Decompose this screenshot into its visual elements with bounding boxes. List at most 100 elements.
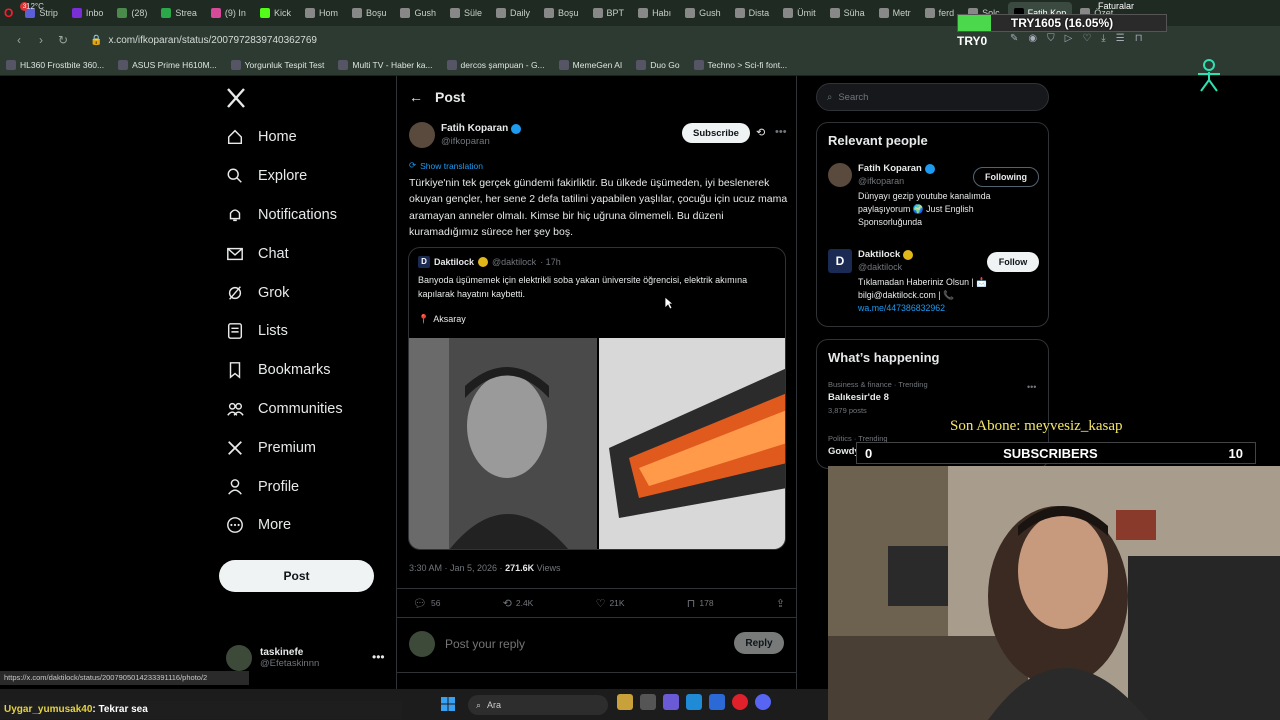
tab-favicon-icon bbox=[734, 8, 745, 18]
browser-tab[interactable]: Daily bbox=[490, 2, 536, 24]
follow-button[interactable]: Follow bbox=[987, 252, 1039, 272]
tab-label: Süha bbox=[843, 8, 865, 18]
browser-tab[interactable]: Gush bbox=[679, 2, 727, 24]
person-bio-link[interactable]: wa.me/447386832962 bbox=[858, 303, 945, 313]
post-author[interactable]: Fatih Koparan @ifkoparan bbox=[409, 122, 522, 148]
menu-icon[interactable]: ☰ bbox=[1116, 33, 1125, 44]
bookmark-action[interactable]: ⊓ 178 bbox=[687, 597, 714, 610]
opera-icon[interactable] bbox=[732, 694, 748, 710]
account-switcher[interactable]: taskinefe @Efetaskinnn bbox=[226, 643, 386, 673]
quoted-tweet[interactable]: D Daktilock @daktilock · 17h Banyoda üşü… bbox=[408, 247, 786, 550]
lock-icon[interactable]: ⊓ bbox=[1135, 33, 1143, 44]
back-nav-icon[interactable]: ‹ bbox=[8, 29, 30, 51]
browser-tab[interactable]: Metr bbox=[873, 2, 917, 24]
sidebar-item-notifications[interactable]: Notifications bbox=[226, 196, 386, 235]
avatar[interactable] bbox=[409, 122, 435, 148]
back-arrow-icon[interactable]: ← bbox=[397, 89, 435, 105]
quote-photo-1[interactable] bbox=[409, 338, 597, 549]
share-action[interactable]: ⇪ bbox=[776, 597, 785, 610]
bookmark-label: Duo Go bbox=[650, 59, 680, 70]
sidebar-item-label: Profile bbox=[258, 478, 300, 495]
browser-tab[interactable]: Strea bbox=[155, 2, 203, 24]
bookmark-item[interactable]: ASUS Prime H610M... bbox=[118, 59, 217, 70]
browser-tab[interactable]: Ümit bbox=[777, 2, 822, 24]
terminal-icon[interactable] bbox=[640, 694, 656, 710]
reply-input[interactable] bbox=[445, 637, 695, 651]
discord-icon[interactable] bbox=[755, 694, 771, 710]
sidebar-item-communities[interactable]: Communities bbox=[226, 390, 386, 429]
reply-action[interactable]: 💬︎ 56 bbox=[413, 597, 440, 610]
trend-item[interactable]: Business & finance · Trending Balıkesir'… bbox=[828, 380, 928, 415]
store-icon[interactable] bbox=[709, 694, 725, 710]
bookmark-item[interactable]: dercos şampuan - G... bbox=[446, 59, 545, 70]
browser-tab[interactable]: Boşu bbox=[346, 2, 393, 24]
browser-tab[interactable]: ferd bbox=[919, 2, 961, 24]
like-action[interactable]: ♡ 21K bbox=[596, 597, 625, 610]
heart-icon[interactable]: ♡ bbox=[1082, 33, 1091, 44]
bookmark-item[interactable]: Multi TV - Haber ka... bbox=[338, 59, 433, 70]
author-name[interactable]: Fatih Koparan bbox=[441, 123, 522, 134]
bookmark-item[interactable]: Yorgunluk Tespit Test bbox=[230, 59, 324, 70]
bookmark-item[interactable]: MemeGen AI bbox=[558, 59, 622, 70]
browser-tab[interactable]: (28) bbox=[111, 2, 153, 24]
show-translation-link[interactable]: ⟳ Show translation bbox=[409, 160, 483, 171]
more-dots-icon[interactable]: ••• bbox=[1027, 382, 1036, 392]
browser-tab[interactable]: (9) In bbox=[205, 2, 252, 24]
repost-action[interactable]: ⟲ 2.4K bbox=[503, 597, 534, 610]
tab-label: Daily bbox=[510, 8, 531, 18]
browser-tab[interactable]: Hom bbox=[299, 2, 344, 24]
browser-tab[interactable]: Süha bbox=[824, 2, 871, 24]
goal-label: Faturalar bbox=[1098, 1, 1135, 11]
sidebar-item-more[interactable]: More bbox=[226, 506, 386, 545]
forward-nav-icon[interactable]: › bbox=[30, 29, 52, 51]
list-icon bbox=[226, 322, 244, 340]
post-button[interactable]: Post bbox=[219, 560, 374, 592]
bookmark-item[interactable]: HL360 Frostbite 360... bbox=[6, 59, 104, 70]
avatar[interactable] bbox=[828, 163, 852, 187]
quote-photo-2[interactable] bbox=[599, 338, 785, 549]
taskbar-search[interactable]: ⌕ Ara bbox=[468, 695, 608, 715]
sidebar-item-home[interactable]: Home bbox=[226, 118, 386, 157]
play-icon[interactable]: ▷ bbox=[1065, 33, 1073, 44]
following-button[interactable]: Following bbox=[973, 167, 1039, 187]
sidebar-item-label: Chat bbox=[258, 245, 289, 262]
opera-logo-icon[interactable]: O bbox=[4, 6, 13, 20]
daktilock-logo-icon[interactable]: D bbox=[828, 249, 852, 273]
reply-button[interactable]: Reply bbox=[734, 632, 784, 654]
sidebar-item-chat[interactable]: Chat bbox=[226, 234, 386, 273]
file-explorer-icon[interactable] bbox=[617, 694, 633, 710]
url-field[interactable]: 🔒 x.com/ifkoparan/status/2007972839740362… bbox=[90, 35, 317, 46]
sidebar-item-grok[interactable]: Grok bbox=[226, 273, 386, 312]
bookmark-item[interactable]: Techno > Sci-fi font... bbox=[693, 59, 787, 70]
sidebar-item-bookmarks[interactable]: Bookmarks bbox=[226, 351, 386, 390]
windows-start-icon[interactable] bbox=[441, 697, 455, 711]
camera-icon[interactable]: ◉ bbox=[1028, 33, 1037, 44]
sidebar-item-profile[interactable]: Profile bbox=[226, 467, 386, 506]
copilot-icon[interactable] bbox=[663, 694, 679, 710]
more-dots-icon[interactable]: ••• bbox=[775, 126, 787, 138]
sidebar-item-premium[interactable]: Premium bbox=[226, 428, 386, 467]
browser-tab[interactable]: Boşu bbox=[538, 2, 585, 24]
sidebar-item-lists[interactable]: Lists bbox=[226, 312, 386, 351]
shield-icon[interactable]: ⛉ bbox=[1047, 33, 1055, 44]
browser-tab[interactable]: Habı bbox=[632, 2, 677, 24]
daktilock-logo-icon: D bbox=[418, 256, 430, 268]
browser-tab[interactable]: Kick bbox=[254, 2, 297, 24]
edit-icon[interactable]: ✎ bbox=[1010, 33, 1018, 44]
browser-tab[interactable]: Gush bbox=[394, 2, 442, 24]
browser-tab[interactable]: Inbo bbox=[66, 2, 110, 24]
more-dots-icon[interactable]: ••• bbox=[372, 650, 385, 664]
reload-icon[interactable]: ↻ bbox=[52, 29, 74, 51]
download-icon[interactable]: ⤓ bbox=[1101, 33, 1105, 44]
grok-icon[interactable]: ⟲ bbox=[756, 126, 765, 139]
subscribe-button[interactable]: Subscribe bbox=[682, 123, 750, 143]
search-box[interactable]: ⌕ Search bbox=[816, 83, 1049, 111]
bookmark-item[interactable]: Duo Go bbox=[636, 59, 680, 70]
edge-icon[interactable] bbox=[686, 694, 702, 710]
browser-tab[interactable]: Süle bbox=[444, 2, 488, 24]
author-handle[interactable]: @ifkoparan bbox=[441, 136, 521, 147]
x-logo-icon[interactable] bbox=[224, 86, 248, 110]
browser-tab[interactable]: BPT bbox=[587, 2, 631, 24]
browser-tab[interactable]: Dista bbox=[729, 2, 776, 24]
sidebar-item-explore[interactable]: Explore bbox=[226, 157, 386, 196]
